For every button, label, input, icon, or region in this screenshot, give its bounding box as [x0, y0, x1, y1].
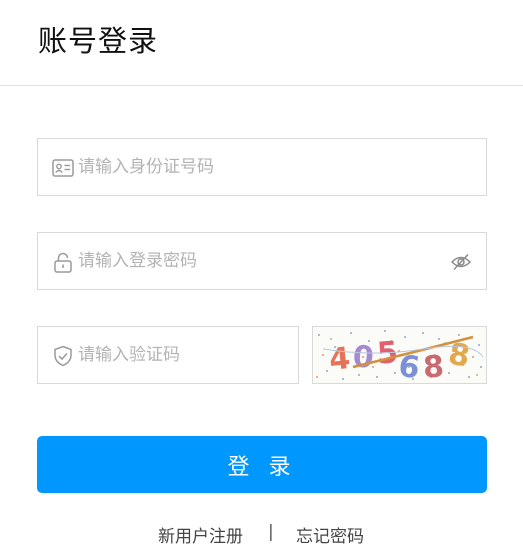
password-field[interactable] — [37, 232, 487, 290]
id-number-input[interactable] — [78, 139, 478, 195]
password-input[interactable] — [78, 233, 438, 289]
captcha-char: 5 — [376, 335, 399, 371]
lock-icon — [54, 252, 72, 273]
footer-links: 新用户注册 | 忘记密码 — [0, 522, 523, 547]
page-title: 账号登录 — [38, 24, 159, 58]
page-header: 账号登录 — [0, 0, 523, 86]
captcha-char: 0 — [351, 339, 375, 376]
captcha-char: 8 — [422, 349, 445, 383]
captcha-image[interactable]: 4 0 5 6 8 8 — [312, 326, 487, 384]
forgot-password-link[interactable]: 忘记密码 — [296, 522, 364, 547]
captcha-graphic: 4 0 5 6 8 8 — [316, 330, 484, 383]
id-number-field[interactable] — [37, 138, 487, 196]
shield-icon — [54, 345, 72, 367]
captcha-char: 4 — [327, 341, 351, 378]
login-button[interactable]: 登 录 — [37, 436, 487, 493]
link-separator: | — [268, 522, 274, 542]
register-link[interactable]: 新用户注册 — [158, 522, 243, 547]
captcha-input[interactable] — [78, 327, 288, 383]
eye-off-icon[interactable] — [450, 251, 472, 273]
captcha-field[interactable] — [37, 326, 299, 384]
id-card-icon — [52, 159, 74, 177]
